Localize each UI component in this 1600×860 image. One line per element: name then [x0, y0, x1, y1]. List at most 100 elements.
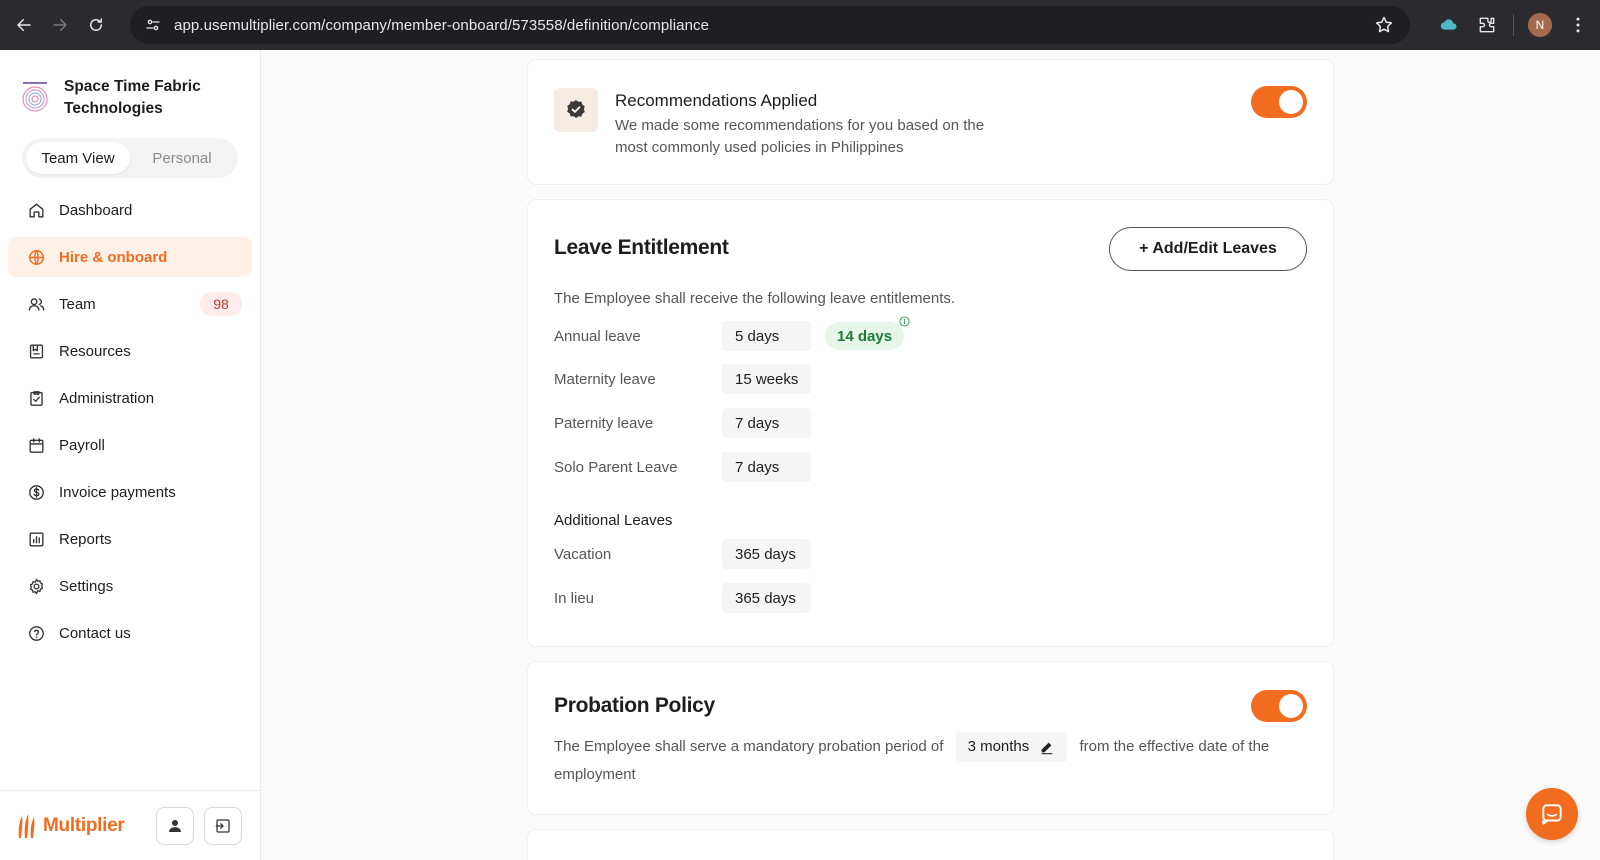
leave-value: 7 days [722, 408, 811, 438]
probation-policy-card: Probation Policy The Employee shall serv… [528, 662, 1333, 814]
browser-actions: N [1437, 0, 1590, 50]
back-button[interactable] [6, 7, 42, 43]
probation-period: 3 months [967, 738, 1030, 755]
probation-period-chip[interactable]: 3 months [955, 732, 1068, 762]
leave-row-solo-parent: Solo Parent Leave 7 days [554, 452, 811, 482]
leave-row-maternity: Maternity leave 15 weeks [554, 364, 811, 394]
probation-text-before: The Employee shall serve a mandatory pro… [554, 737, 944, 755]
company-logo-icon [22, 82, 48, 112]
users-icon [26, 294, 46, 314]
toggle-knob [1279, 90, 1303, 114]
sidebar-item-resources[interactable]: Resources [8, 331, 252, 371]
resources-icon [26, 341, 46, 361]
next-section-card [528, 830, 1333, 860]
leave-value: 7 days [722, 452, 811, 482]
brand-name: Multiplier [43, 814, 125, 836]
recommendations-toggle[interactable] [1251, 86, 1307, 118]
reload-button[interactable] [78, 7, 114, 43]
multiplier-mark-icon [18, 813, 35, 838]
sidebar-item-invoice-payments[interactable]: Invoice payments [8, 472, 252, 512]
info-icon[interactable] [899, 316, 910, 327]
team-view-tab[interactable]: Team View [26, 142, 130, 174]
address-bar[interactable]: app.usemultiplier.com/company/member-onb… [130, 6, 1410, 44]
team-count-badge: 98 [200, 292, 242, 316]
sidebar-item-label: Hire & onboard [59, 248, 168, 266]
sidebar-item-team[interactable]: Team 98 [8, 284, 252, 324]
recommendations-card: Recommendations Applied We made some rec… [528, 60, 1333, 184]
dollar-icon [26, 482, 46, 502]
leave-value: 365 days [722, 583, 811, 613]
multiplier-logo: Multiplier [16, 810, 125, 842]
sidebar-item-administration[interactable]: Administration [8, 378, 252, 418]
recommendations-title: Recommendations Applied [615, 91, 818, 110]
sidebar: Space Time Fabric Technologies Team View… [0, 50, 261, 860]
sidebar-item-reports[interactable]: Reports [8, 519, 252, 559]
edit-pencil-icon[interactable] [1039, 739, 1055, 755]
sidebar-item-label: Administration [59, 389, 155, 407]
nav-buttons [6, 7, 114, 43]
leave-value: 5 days [722, 321, 811, 351]
gear-icon [26, 576, 46, 596]
probation-text: The Employee shall serve a mandatory pro… [554, 732, 1314, 788]
bookmark-star-icon[interactable] [1374, 15, 1394, 35]
recommendations-description: We made some recommendations for you bas… [615, 117, 985, 156]
forward-button[interactable] [42, 7, 78, 43]
leave-label: In lieu [554, 589, 595, 607]
verified-badge-icon [554, 88, 598, 132]
add-edit-leaves-button[interactable]: + Add/Edit Leaves [1109, 227, 1307, 271]
leave-label: Annual leave [554, 327, 641, 345]
recommended-value-badge: 14 days [825, 316, 910, 350]
leave-row-vacation: Vacation 365 days [554, 539, 811, 569]
home-icon [26, 200, 46, 220]
leave-value: 365 days [722, 539, 811, 569]
browser-menu-icon[interactable] [1566, 13, 1590, 37]
sidebar-item-label: Contact us [59, 624, 131, 642]
logout-icon [215, 819, 230, 833]
leave-value: 15 weeks [722, 364, 811, 394]
sidebar-footer: Multiplier [0, 790, 260, 860]
chart-icon [26, 529, 46, 549]
personal-view-tab[interactable]: Personal [130, 142, 234, 174]
additional-leaves-heading: Additional Leaves [554, 512, 673, 529]
leave-intro-text: The Employee shall receive the following… [554, 290, 956, 307]
leave-label: Maternity leave [554, 370, 656, 388]
sidebar-item-label: Invoice payments [59, 483, 176, 501]
sidebar-item-label: Reports [59, 530, 112, 548]
leave-row-in-lieu: In lieu 365 days [554, 583, 811, 613]
globe-icon [26, 247, 46, 267]
help-icon [26, 623, 46, 643]
browser-toolbar: app.usemultiplier.com/company/member-onb… [0, 0, 1600, 50]
sidebar-menu: Dashboard Hire & onboard Team 98 Resourc… [8, 190, 252, 660]
profile-avatar[interactable]: N [1528, 13, 1552, 37]
clipboard-check-icon [26, 388, 46, 408]
calendar-icon [26, 435, 46, 455]
sidebar-item-contact-us[interactable]: Contact us [8, 613, 252, 653]
leave-row-annual: Annual leave 5 days 14 days [554, 316, 910, 351]
url-text: app.usemultiplier.com/company/member-onb… [174, 16, 710, 34]
leave-entitlement-title: Leave Entitlement [554, 236, 729, 259]
profile-button[interactable] [156, 807, 194, 845]
leave-row-paternity: Paternity leave 7 days [554, 408, 811, 438]
leave-entitlement-card: Leave Entitlement + Add/Edit Leaves The … [528, 200, 1333, 646]
toggle-knob [1279, 694, 1303, 718]
sidebar-item-label: Payroll [59, 436, 105, 454]
company-header: Space Time Fabric Technologies [18, 76, 214, 120]
extensions-icon[interactable] [1475, 13, 1499, 37]
cloud-extension-icon[interactable] [1437, 13, 1461, 37]
leave-label: Paternity leave [554, 414, 654, 432]
sidebar-item-label: Settings [59, 577, 114, 595]
view-switch: Team View Personal [22, 138, 238, 178]
sidebar-item-dashboard[interactable]: Dashboard [8, 190, 252, 230]
sidebar-item-payroll[interactable]: Payroll [8, 425, 252, 465]
probation-toggle[interactable] [1251, 690, 1307, 722]
person-icon [169, 820, 181, 832]
probation-policy-title: Probation Policy [554, 694, 715, 717]
site-settings-icon[interactable] [142, 14, 164, 36]
company-name: Space Time Fabric Technologies [64, 78, 201, 117]
chat-support-button[interactable] [1526, 788, 1578, 840]
logout-button[interactable] [204, 807, 242, 845]
sidebar-item-settings[interactable]: Settings [8, 566, 252, 606]
sidebar-item-hire-onboard[interactable]: Hire & onboard [8, 237, 252, 277]
back-arrow-icon [17, 19, 31, 31]
leave-label: Solo Parent Leave [554, 458, 678, 476]
